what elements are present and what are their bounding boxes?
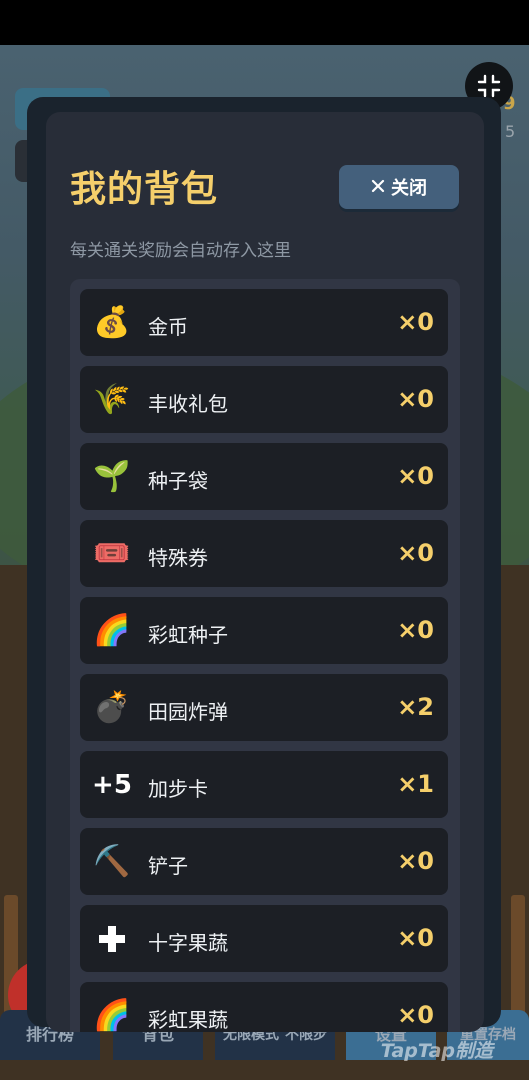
money-bag-icon: 💰 [93,305,131,340]
item-name: 十字果蔬 [148,931,228,955]
list-item[interactable]: 🌾 丰收礼包 ×0 [80,366,448,433]
item-name: 金币 [148,315,188,339]
list-item[interactable]: 💣 田园炸弹 ×2 [80,674,448,741]
close-label: 关闭 [391,178,427,199]
item-quantity: ×2 [397,693,434,721]
item-name: 种子袋 [148,469,208,493]
backpack-modal: 我的背包 关闭 每关通关奖励会自动存入这里 💰 金币 ×0 🌾 丰收礼包 ×0 … [46,112,484,1032]
item-quantity: ×0 [397,1001,434,1029]
item-name: 彩虹果蔬 [148,1008,228,1032]
rainbow-icon: 🌈 [93,613,131,648]
list-item[interactable]: 💰 金币 ×0 [80,289,448,356]
item-quantity: ×0 [397,385,434,413]
close-icon [371,177,385,198]
rice-sheaf-icon: 🌾 [93,382,131,417]
list-item[interactable]: 🌈 彩虹果蔬 ×0 [80,982,448,1032]
item-name: 丰收礼包 [148,392,228,416]
item-quantity: ×0 [397,924,434,952]
list-item[interactable]: 十字果蔬 ×0 [80,905,448,972]
item-quantity: ×0 [397,616,434,644]
list-item[interactable]: 🎟️ 特殊券 ×0 [80,520,448,587]
item-quantity: ×0 [397,847,434,875]
seedling-icon: 🌱 [93,459,131,494]
item-quantity: ×0 [397,308,434,336]
item-name: 特殊券 [148,546,208,570]
close-button[interactable]: 关闭 [339,165,459,209]
plus-five-icon: +5 [92,770,132,800]
watermark: TapTap制造 [380,1040,493,1062]
item-name: 加步卡 [148,777,208,801]
status-bar [0,0,529,45]
list-item[interactable]: +5 加步卡 ×1 [80,751,448,818]
pick-icon: ⛏️ [93,844,131,879]
ticket-icon: 🎟️ [93,536,131,571]
item-quantity: ×1 [397,770,434,798]
item-list: 💰 金币 ×0 🌾 丰收礼包 ×0 🌱 种子袋 ×0 🎟️ 特殊券 ×0 🌈 彩… [70,279,460,1032]
item-quantity: ×0 [397,462,434,490]
cross-icon [92,919,132,959]
item-name: 彩虹种子 [148,623,228,647]
modal-title: 我的背包 [70,169,219,210]
rainbow-icon: 🌈 [93,998,131,1032]
bomb-icon: 💣 [93,690,131,725]
background-number: 5 [505,122,516,141]
item-name: 田园炸弹 [148,700,228,724]
item-quantity: ×0 [397,539,434,567]
list-item[interactable]: 🌈 彩虹种子 ×0 [80,597,448,664]
modal-subtitle: 每关通关奖励会自动存入这里 [70,241,291,261]
list-item[interactable]: ⛏️ 铲子 ×0 [80,828,448,895]
item-name: 铲子 [148,854,188,878]
list-item[interactable]: 🌱 种子袋 ×0 [80,443,448,510]
